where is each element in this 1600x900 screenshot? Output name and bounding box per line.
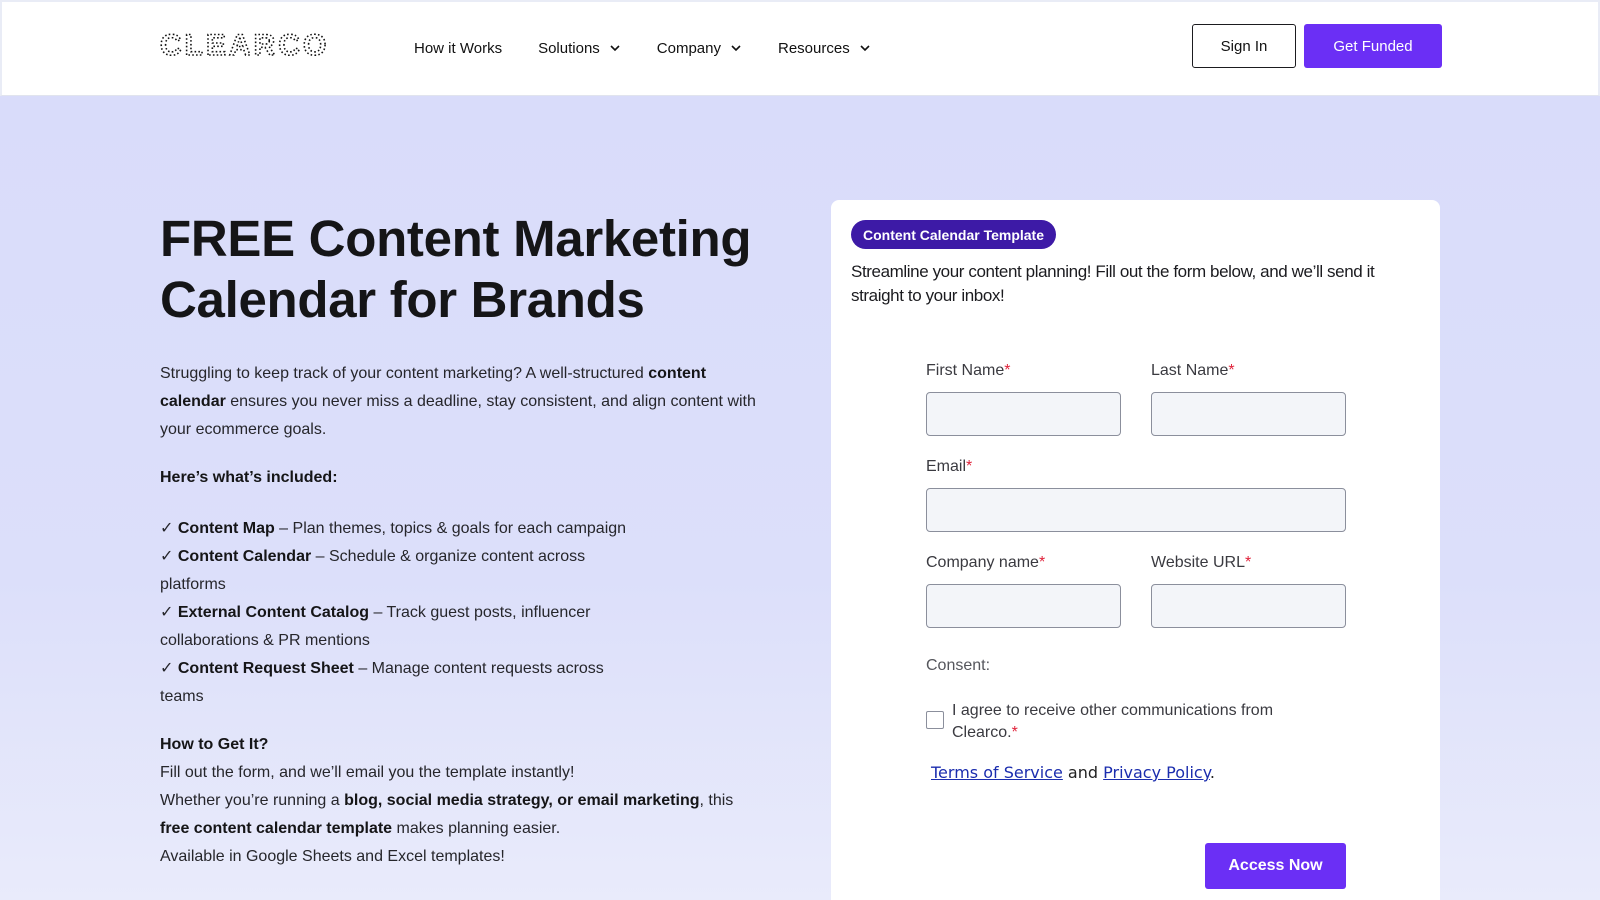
legal-links: Terms of Service and Privacy Policy. — [931, 763, 1215, 782]
nav-solutions[interactable]: Solutions — [538, 40, 621, 57]
howto-bold: free content calendar template — [160, 820, 393, 837]
intro-text-end: ensures you never miss a deadline, stay … — [160, 393, 756, 438]
nav-how-it-works[interactable]: How it Works — [414, 40, 502, 57]
howto-line: Available in Google Sheets and Excel tem… — [160, 848, 505, 865]
title-line-1: FREE Content Marketing — [160, 210, 752, 267]
page-title: FREE Content Marketing Calendar for Bran… — [160, 208, 760, 330]
nav-label: Resources — [778, 39, 850, 57]
last-name-field[interactable] — [1151, 392, 1346, 436]
company-name-label: Company name* — [926, 554, 1045, 572]
nav-company[interactable]: Company — [657, 40, 742, 57]
last-name-label: Last Name* — [1151, 362, 1235, 380]
howto-line: Fill out the form, and we’ll email you t… — [160, 764, 575, 781]
form-subtitle: Streamline your content planning! Fill o… — [851, 262, 1375, 305]
included-heading: Here’s what’s included: — [160, 469, 338, 486]
item-name: Content Request Sheet — [177, 660, 354, 677]
title-line-2: Calendar for Brands — [160, 271, 645, 328]
email-field[interactable] — [926, 488, 1346, 532]
label-text: First Name — [926, 362, 1005, 379]
item-name: External Content Catalog — [177, 604, 369, 621]
list-item: ✓ Content Map – Plan themes, topics & go… — [160, 515, 640, 543]
consent-checkbox[interactable] — [926, 711, 944, 729]
included-list: ✓ Content Map – Plan themes, topics & go… — [160, 515, 640, 711]
consent-label: Consent: — [926, 657, 991, 674]
howto-line: free content calendar template makes pla… — [160, 815, 760, 843]
first-name-label: First Name* — [926, 362, 1010, 380]
signup-form-card: Content Calendar Template Streamline you… — [831, 200, 1440, 900]
nav-label: Solutions — [538, 39, 600, 57]
howto-text-pre: Whether you’re running a — [160, 792, 345, 809]
intro-text: Struggling to keep track of your content… — [160, 365, 649, 382]
check-icon: ✓ — [160, 520, 174, 537]
list-item: ✓ External Content Catalog – Track guest… — [160, 599, 640, 655]
label-text: Website URL — [1151, 554, 1245, 571]
svg-text:CLEARCO: CLEARCO — [160, 30, 329, 60]
first-name-field[interactable] — [926, 392, 1121, 436]
required-mark: * — [1228, 362, 1235, 379]
and-text: and — [1062, 763, 1104, 782]
nav-label: How it Works — [414, 39, 503, 57]
nav-label: Company — [656, 39, 721, 57]
company-name-field[interactable] — [926, 584, 1121, 628]
agree-text: I agree to receive other communications … — [952, 702, 1274, 741]
site-header: CLEARCO How it Works Solutions Company R… — [0, 0, 1600, 96]
email-label: Email* — [926, 458, 972, 476]
access-now-button[interactable]: Access Now — [1205, 843, 1346, 889]
clearco-logo[interactable]: CLEARCO — [160, 30, 346, 60]
chevron-down-icon — [860, 45, 870, 52]
chevron-down-icon — [731, 45, 741, 52]
howto-text-post: , this — [699, 792, 734, 809]
check-icon: ✓ — [160, 548, 174, 565]
required-mark: * — [1244, 554, 1252, 571]
list-item: ✓ Content Calendar – Schedule & organize… — [160, 543, 640, 599]
required-mark: * — [1004, 362, 1011, 379]
howto-bold: blog, social media strategy, or email ma… — [344, 792, 700, 809]
privacy-policy-link[interactable]: Privacy Policy — [1103, 763, 1210, 782]
sign-in-button[interactable]: Sign In — [1192, 24, 1296, 68]
item-name: Content Calendar — [177, 548, 312, 565]
item-desc: – Plan themes, topics & goals for each c… — [274, 520, 627, 537]
label-text: Company name — [926, 554, 1039, 571]
get-funded-button[interactable]: Get Funded — [1304, 24, 1442, 68]
required-mark: * — [1011, 724, 1018, 741]
howto-text: Fill out the form, and we’ll email you t… — [160, 759, 760, 871]
chevron-down-icon — [610, 45, 620, 52]
list-item: ✓ Content Request Sheet – Manage content… — [160, 655, 640, 711]
howto-line: Whether you’re running a blog, social me… — [160, 787, 760, 815]
website-url-label: Website URL* — [1151, 554, 1251, 572]
label-text: Email — [926, 458, 967, 475]
period: . — [1209, 763, 1215, 782]
required-mark: * — [1038, 554, 1046, 571]
consent-text: I agree to receive other communications … — [952, 700, 1332, 744]
label-text: Last Name — [1151, 362, 1229, 379]
check-icon: ✓ — [160, 604, 174, 621]
intro-paragraph: Struggling to keep track of your content… — [160, 360, 760, 444]
check-icon: ✓ — [160, 660, 174, 677]
terms-of-service-link[interactable]: Terms of Service — [931, 763, 1063, 782]
template-badge: Content Calendar Template — [851, 220, 1056, 249]
howto-text-post: makes planning easier. — [392, 820, 561, 837]
howto-heading: How to Get It? — [160, 736, 269, 753]
website-url-field[interactable] — [1151, 584, 1346, 628]
hero-content: FREE Content Marketing Calendar for Bran… — [160, 208, 760, 871]
main-nav: How it Works Solutions Company Resources — [414, 2, 907, 94]
required-mark: * — [966, 458, 973, 475]
nav-resources[interactable]: Resources — [778, 40, 871, 57]
item-name: Content Map — [177, 520, 275, 537]
